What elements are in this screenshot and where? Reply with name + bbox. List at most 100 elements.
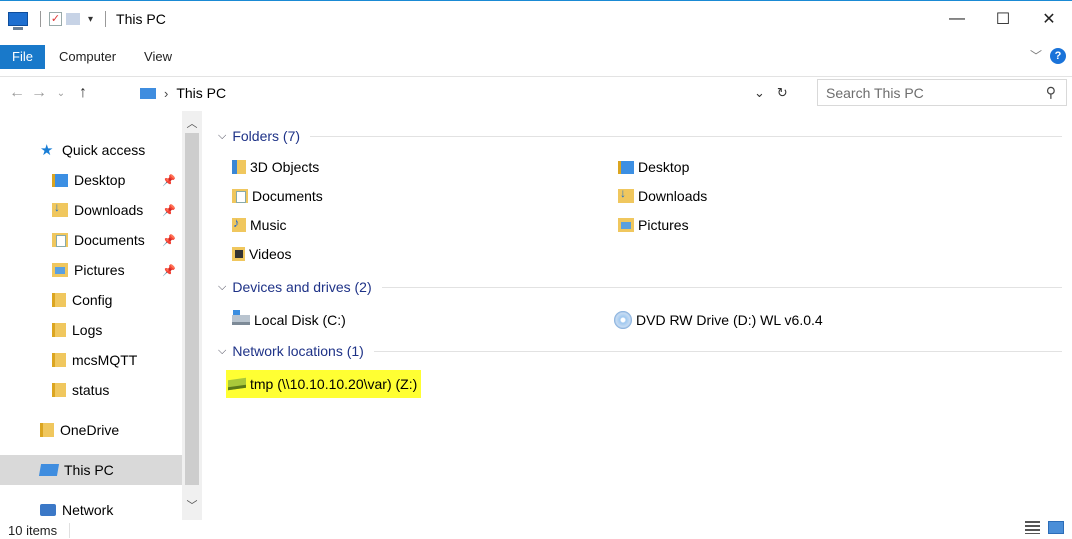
scrollbar-thumb[interactable] — [185, 133, 199, 485]
music-folder-icon — [232, 215, 246, 232]
downloads-folder-icon — [618, 186, 634, 203]
network-icon — [40, 504, 56, 516]
search-input[interactable] — [826, 84, 1026, 101]
pin-icon[interactable]: 📌 — [162, 174, 176, 187]
quick-access-toolbar: ✓ ▾ This PC — [8, 11, 166, 30]
folder-item[interactable]: Music — [232, 212, 287, 238]
recent-locations-chevron-down-icon[interactable]: ⌄ — [50, 88, 72, 99]
group-header-folders[interactable]: ⌵ Folders (7) — [218, 124, 1062, 148]
scroll-up-icon[interactable]: ︿ — [182, 115, 202, 131]
pin-icon[interactable]: 📌 — [162, 204, 176, 217]
search-box[interactable]: ⚲ — [817, 79, 1067, 106]
item-count: 10 items — [8, 522, 71, 538]
large-icons-view-icon[interactable] — [1048, 521, 1064, 534]
nav-item-label: Logs — [72, 322, 103, 338]
nav-item-config[interactable]: Config — [0, 285, 182, 315]
item-label: tmp (\\10.10.10.20\var) (Z:) — [250, 376, 418, 392]
back-arrow-icon[interactable]: ← — [6, 84, 28, 102]
drive-item[interactable]: DVD RW Drive (D:) WL v6.0.4 — [614, 307, 823, 333]
tab-file[interactable]: File — [0, 44, 45, 69]
star-icon: ★ — [40, 142, 54, 159]
divider — [381, 286, 1062, 288]
details-view-icon[interactable] — [1025, 521, 1040, 534]
item-label: Downloads — [638, 188, 708, 204]
refresh-icon[interactable]: ↻ — [777, 85, 788, 101]
nav-item-status[interactable]: status — [0, 375, 182, 405]
scroll-down-icon[interactable]: ﹀ — [182, 497, 202, 513]
this-pc-icon[interactable] — [8, 12, 28, 30]
nav-item-label: Desktop — [74, 172, 126, 188]
nav-item-desktop[interactable]: Desktop 📌 — [0, 165, 182, 195]
drive-item[interactable]: Local Disk (C:) — [232, 307, 346, 333]
search-icon[interactable]: ⚲ — [1046, 84, 1056, 101]
divider — [310, 135, 1062, 137]
desktop-folder-icon — [52, 173, 68, 187]
nav-item-label: Pictures — [74, 262, 125, 278]
item-label: Music — [250, 217, 287, 233]
nav-item-onedrive[interactable]: OneDrive — [0, 415, 182, 445]
folder-item[interactable]: Pictures — [618, 212, 689, 238]
properties-icon[interactable]: ✓ — [49, 12, 62, 26]
expand-ribbon-chevron-down-icon[interactable]: ﹀ — [1030, 47, 1042, 64]
chevron-down-icon[interactable]: ⌵ — [218, 281, 226, 294]
nav-item-label: mcsMQTT — [72, 352, 138, 368]
this-pc-icon — [38, 464, 60, 476]
breadcrumb[interactable]: This PC — [176, 85, 226, 101]
network-drive-icon — [228, 377, 246, 391]
nav-item-logs[interactable]: Logs — [0, 315, 182, 345]
nav-item-quick-access[interactable]: ★ Quick access — [0, 135, 182, 165]
address-dropdown-chevron-down-icon[interactable]: ⌄ — [754, 85, 765, 101]
ribbon-tabs: File Computer View ﹀ ? — [0, 37, 1072, 77]
nav-item-label: Quick access — [62, 142, 146, 158]
view-buttons — [1025, 521, 1064, 534]
nav-scrollbar[interactable]: ︿ ﹀ — [182, 111, 202, 520]
nav-item-pictures[interactable]: Pictures 📌 — [0, 255, 182, 285]
help-icon[interactable]: ? — [1050, 47, 1066, 64]
breadcrumb-chevron-right-icon[interactable]: › — [164, 86, 168, 101]
customize-toolbar-arrow-icon[interactable]: ▾ — [88, 14, 93, 25]
dvd-drive-icon — [614, 311, 632, 329]
group-label: Folders (7) — [232, 128, 301, 144]
nav-item-mcsmqtt[interactable]: mcsMQTT — [0, 345, 182, 375]
nav-item-downloads[interactable]: Downloads 📌 — [0, 195, 182, 225]
nav-item-label: Network — [62, 502, 114, 518]
explorer-window: ✓ ▾ This PC — ☐ ✕ File Computer View ﹀ ?… — [0, 0, 1072, 539]
pictures-folder-icon — [618, 218, 634, 232]
status-bar: 10 items — [0, 520, 1072, 539]
pin-icon[interactable]: 📌 — [162, 264, 176, 277]
folder-item[interactable]: Documents — [232, 183, 323, 209]
nav-item-documents[interactable]: Documents 📌 — [0, 225, 182, 255]
nav-item-label: Downloads — [74, 202, 144, 218]
this-pc-icon — [140, 87, 156, 99]
nav-item-this-pc[interactable]: This PC — [0, 455, 182, 485]
nav-item-label: This PC — [64, 462, 114, 478]
up-arrow-icon[interactable]: ↑ — [72, 84, 94, 102]
network-location-item[interactable]: tmp (\\10.10.10.20\var) (Z:) — [226, 370, 422, 398]
forward-arrow-icon[interactable]: → — [28, 84, 50, 102]
minimize-button[interactable]: — — [934, 1, 980, 37]
folder-item[interactable]: Videos — [232, 241, 292, 267]
pin-icon[interactable]: 📌 — [162, 234, 176, 247]
tab-view[interactable]: View — [130, 45, 186, 69]
address-bar[interactable]: › This PC — [140, 80, 810, 106]
folder-item[interactable]: Downloads — [618, 183, 707, 209]
group-header-devices[interactable]: ⌵ Devices and drives (2) — [218, 275, 1062, 299]
new-folder-icon[interactable] — [66, 13, 80, 25]
nav-item-label: Documents — [74, 232, 145, 248]
3d-objects-icon — [232, 160, 246, 174]
folder-icon — [40, 423, 54, 437]
folder-item[interactable]: Desktop — [618, 154, 689, 180]
group-label: Network locations (1) — [232, 343, 364, 359]
ribbon-right: ﹀ ? — [1030, 47, 1066, 64]
tab-computer[interactable]: Computer — [45, 45, 130, 69]
local-disk-icon — [232, 310, 250, 325]
chevron-down-icon[interactable]: ⌵ — [218, 345, 226, 358]
maximize-button[interactable]: ☐ — [980, 1, 1026, 37]
close-button[interactable]: ✕ — [1026, 1, 1072, 37]
chevron-down-icon[interactable]: ⌵ — [218, 130, 226, 143]
folder-item[interactable]: 3D Objects — [232, 154, 319, 180]
group-header-network[interactable]: ⌵ Network locations (1) — [218, 339, 1062, 363]
pictures-folder-icon — [52, 263, 68, 277]
divider — [105, 11, 107, 27]
documents-folder-icon — [232, 189, 248, 203]
